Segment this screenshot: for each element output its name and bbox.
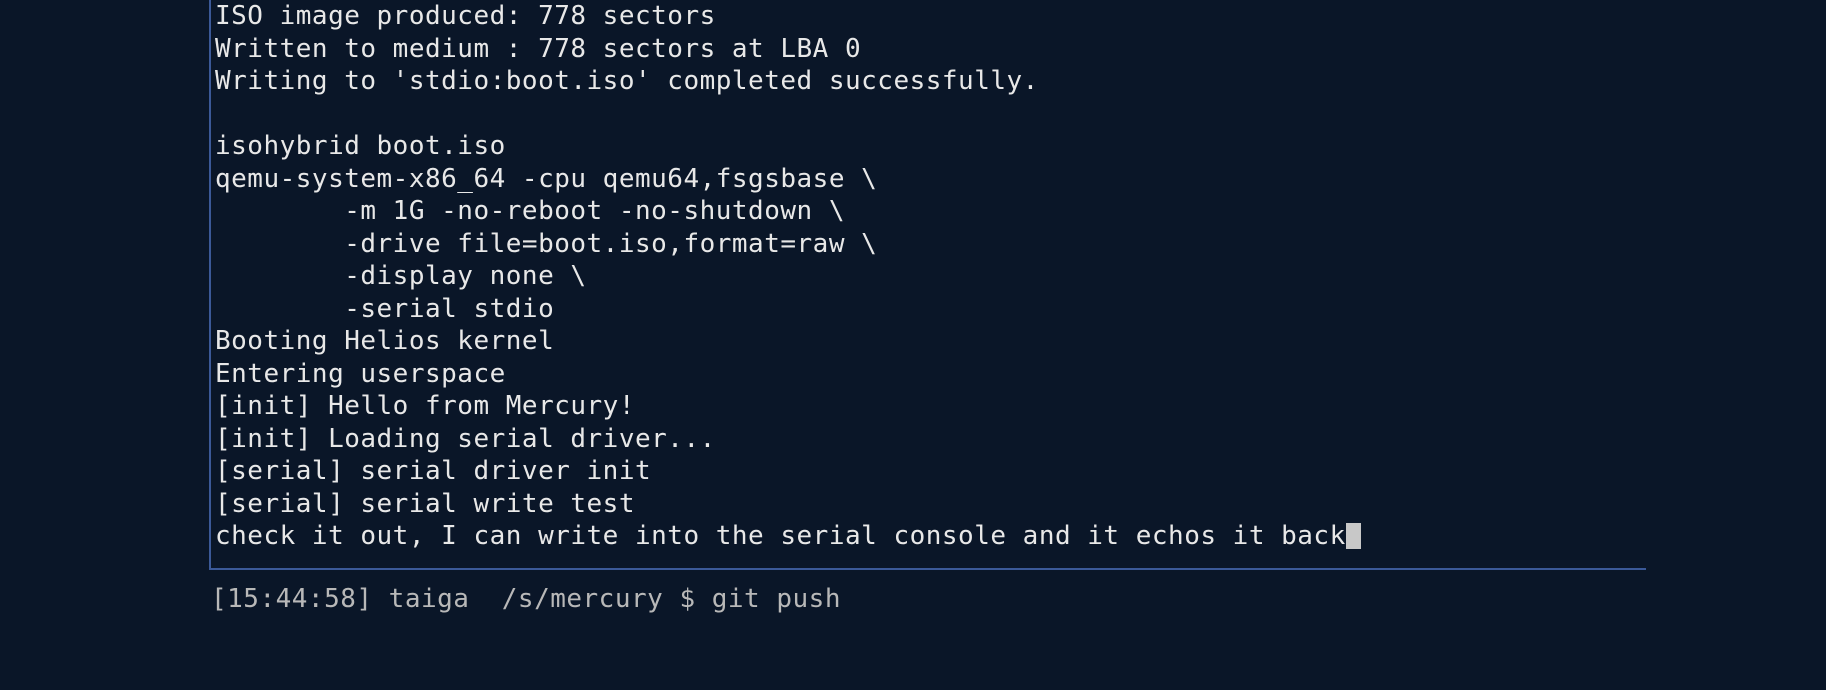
output-line: Booting Helios kernel <box>215 326 554 356</box>
output-line: [init] Hello from Mercury! <box>215 391 635 421</box>
output-line: -serial stdio <box>215 294 554 324</box>
output-line: [serial] serial driver init <box>215 456 651 486</box>
secondary-prompt: [15:44:58] taiga /s/mercury $ git push <box>211 584 841 614</box>
terminal-output: ISO image produced: 778 sectors Written … <box>215 0 1642 553</box>
cursor-icon <box>1346 523 1361 549</box>
terminal-pane[interactable]: ISO image produced: 778 sectors Written … <box>209 0 1646 570</box>
output-line: -display none \ <box>215 261 587 291</box>
output-line: [serial] serial write test <box>215 489 635 519</box>
output-line: -m 1G -no-reboot -no-shutdown \ <box>215 196 845 226</box>
output-line: Entering userspace <box>215 359 506 389</box>
prompt-text: [15:44:58] taiga /s/mercury $ git push <box>211 584 841 614</box>
output-line: Written to medium : 778 sectors at LBA 0 <box>215 34 861 64</box>
output-line: Writing to 'stdio:boot.iso' completed su… <box>215 66 1039 96</box>
output-line: qemu-system-x86_64 -cpu qemu64,fsgsbase … <box>215 164 877 194</box>
output-line: [init] Loading serial driver... <box>215 424 716 454</box>
output-line: -drive file=boot.iso,format=raw \ <box>215 229 877 259</box>
output-line: isohybrid boot.iso <box>215 131 506 161</box>
output-line: ISO image produced: 778 sectors <box>215 1 716 31</box>
terminal-input-line[interactable]: check it out, I can write into the seria… <box>215 521 1346 551</box>
